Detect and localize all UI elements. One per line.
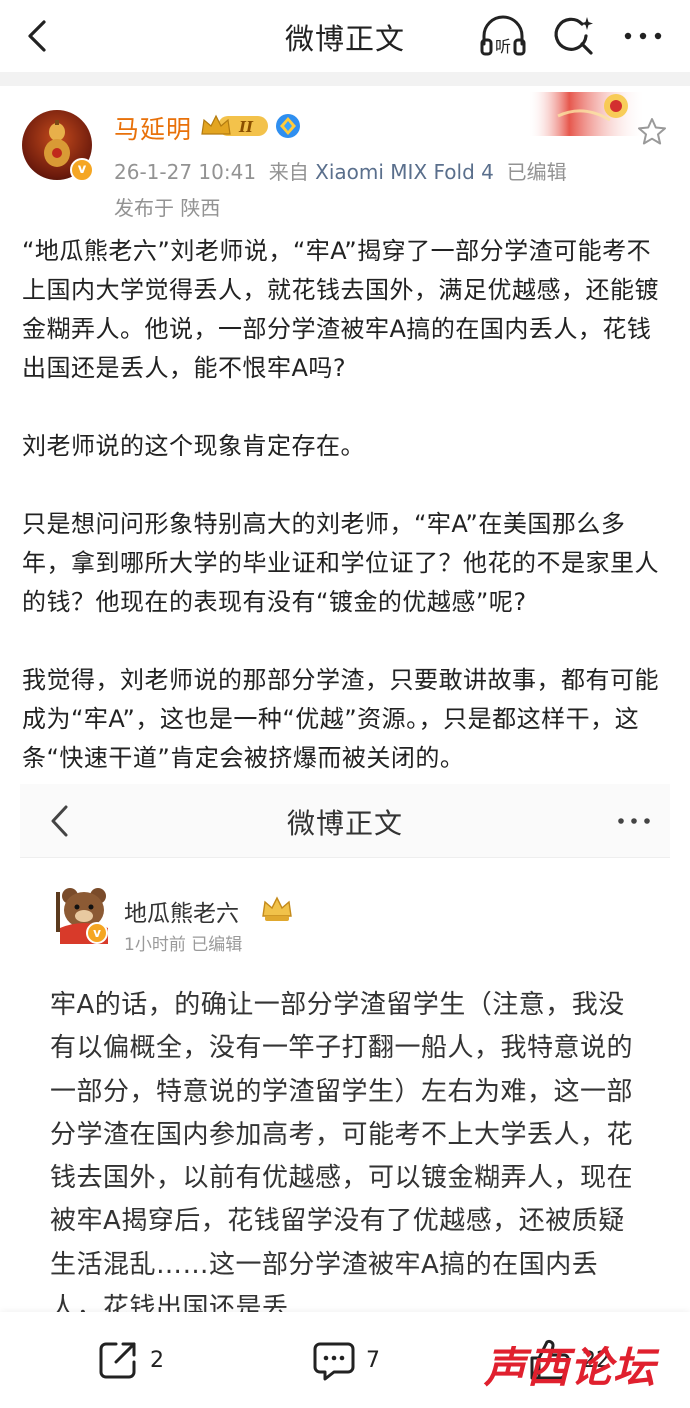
embedded-body-text: 牢A的话，的确让一部分学渣留学生（注意，我没有以偏概全，没有一竿子打翻一船人，我…	[50, 990, 634, 1314]
embedded-page-title: 微博正文	[286, 807, 403, 840]
listen-label: 听	[495, 37, 511, 56]
favorite-star-icon[interactable]	[636, 116, 668, 148]
ai-search-icon[interactable]	[552, 14, 596, 58]
gourd-icon	[44, 120, 70, 167]
flag-decoration-icon	[528, 92, 646, 136]
level-badge-text: II	[238, 118, 254, 136]
post-edited[interactable]: 已编辑	[507, 160, 567, 184]
comment-count: 7	[366, 1347, 380, 1373]
post-source-prefix: 来自	[268, 160, 309, 184]
verified-v-badge: v	[70, 158, 94, 182]
header-divider	[0, 72, 690, 86]
post-timestamp: 26-1-27 10:41	[114, 160, 257, 184]
embedded-author-name: 地瓜熊老六	[124, 901, 239, 927]
post-location: 发布于 陕西	[114, 196, 221, 220]
watermark-text: 声西论坛	[484, 1343, 657, 1392]
crown-level-badge-icon[interactable]: II	[200, 112, 270, 140]
post-paragraph: “地瓜熊老六”刘老师说，“牢A”揭穿了一部分学渣可能考不上国内大学觉得丢人，就花…	[22, 237, 659, 382]
comment-button[interactable]: 7	[312, 1338, 380, 1382]
embedded-more-dots-icon	[618, 818, 650, 824]
embedded-screenshot-image[interactable]: 微博正文 v 地瓜熊老六 1小时前 已编辑 牢A的话，的确让一部分学渣留学生（注…	[20, 784, 670, 1314]
top-nav-bar: 微博正文 听	[0, 0, 690, 72]
comment-icon	[313, 1342, 355, 1381]
share-button[interactable]: 2	[96, 1338, 164, 1382]
embedded-nav-bar: 微博正文	[20, 784, 670, 858]
blue-diamond-badge-icon[interactable]	[274, 112, 302, 140]
share-icon	[99, 1342, 136, 1379]
post-paragraph: 刘老师说的这个现象肯定存在。	[22, 432, 365, 460]
post-author-header: v 马延明 II 26-1-27 10:41 来自 Xiaomi MIX Fol…	[22, 92, 672, 224]
post-meta: 26-1-27 10:41 来自 Xiaomi MIX Fold 4 已编辑	[114, 156, 567, 185]
embedded-meta: 1小时前 已编辑	[124, 935, 243, 955]
embedded-verified-badge: v	[86, 922, 108, 944]
author-name[interactable]: 马延明	[114, 110, 192, 146]
post-device[interactable]: Xiaomi MIX Fold 4	[315, 160, 494, 184]
forum-watermark-logo: 声西论坛	[484, 1330, 684, 1402]
share-count: 2	[150, 1347, 164, 1373]
post-paragraph: 我觉得，刘老师说的那部分学渣，只要敢讲故事，都有可能成为“牢A”，这也是一种“优…	[22, 666, 659, 772]
post-paragraph: 只是想问问形象特别高大的刘老师，“牢A”在美国那么多年，拿到哪所大学的毕业证和学…	[22, 510, 659, 616]
post-body: “地瓜熊老六”刘老师说，“牢A”揭穿了一部分学渣可能考不上国内大学觉得丢人，就花…	[22, 232, 672, 817]
embedded-crown-badge-icon	[262, 896, 292, 921]
listen-headphone-icon[interactable]: 听	[478, 14, 528, 58]
more-dots-icon[interactable]	[620, 16, 666, 56]
